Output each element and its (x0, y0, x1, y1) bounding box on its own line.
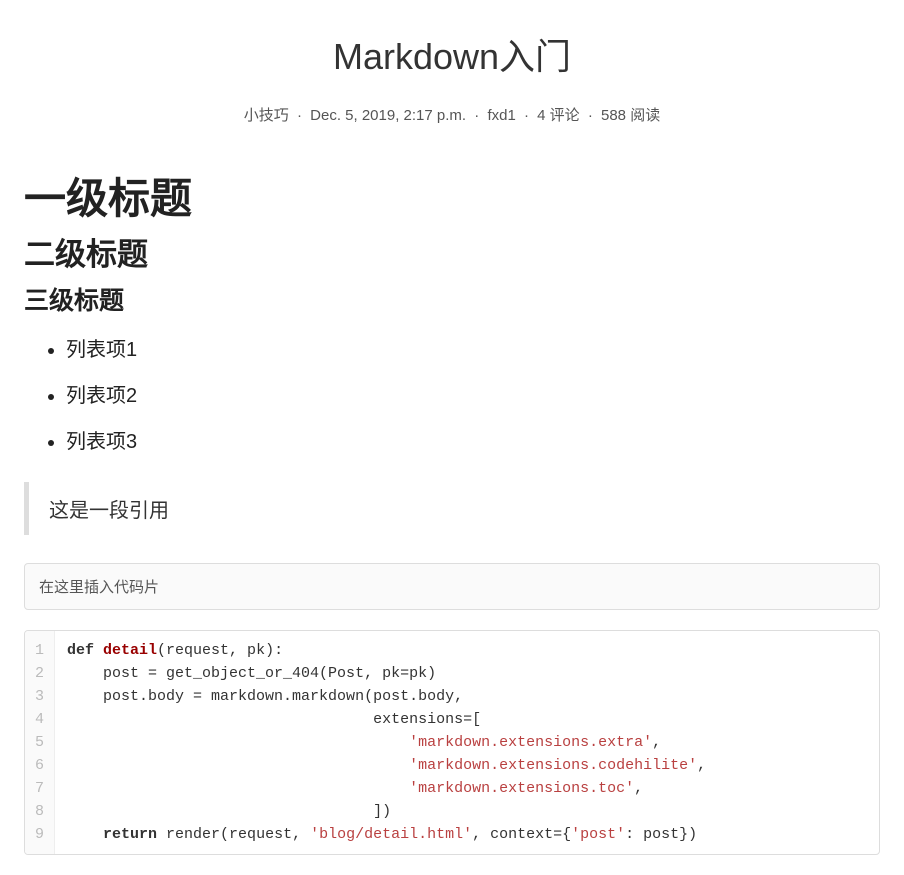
meta-separator: · (474, 107, 479, 124)
heading-level-1: 一级标题 (24, 173, 880, 226)
code-placeholder-box: 在这里插入代码片 (24, 563, 880, 610)
heading-level-3: 三级标题 (24, 286, 880, 317)
code-line: def detail(request, pk): (67, 639, 867, 662)
line-number: 5 (35, 731, 44, 754)
code-gutter: 123456789 (25, 631, 55, 854)
code-content: def detail(request, pk): post = get_obje… (55, 631, 879, 854)
meta-author[interactable]: fxd1 (487, 107, 515, 124)
code-line: ]) (67, 800, 867, 823)
meta-separator: · (524, 107, 529, 124)
list-item: 列表项2 (66, 382, 880, 410)
line-number: 1 (35, 639, 44, 662)
meta-separator: · (297, 107, 302, 124)
line-number: 8 (35, 800, 44, 823)
line-number: 2 (35, 662, 44, 685)
code-line: 'markdown.extensions.extra', (67, 731, 867, 754)
meta-date: Dec. 5, 2019, 2:17 p.m. (310, 107, 466, 124)
code-line: extensions=[ (67, 708, 867, 731)
heading-level-2: 二级标题 (24, 236, 880, 275)
line-number: 3 (35, 685, 44, 708)
meta-category[interactable]: 小技巧 (244, 107, 289, 124)
meta-comments[interactable]: 4 评论 (537, 107, 580, 124)
quote-text: 这是一段引用 (49, 494, 860, 523)
list-item: 列表项1 (66, 336, 880, 364)
code-line: 'markdown.extensions.toc', (67, 777, 867, 800)
meta-views: 588 阅读 (601, 107, 660, 124)
list-item: 列表项3 (66, 428, 880, 456)
article-meta: 小技巧 · Dec. 5, 2019, 2:17 p.m. · fxd1 · 4… (24, 104, 880, 125)
blockquote: 这是一段引用 (24, 482, 880, 535)
line-number: 9 (35, 823, 44, 846)
line-number: 4 (35, 708, 44, 731)
code-line: post = get_object_or_404(Post, pk=pk) (67, 662, 867, 685)
code-line: 'markdown.extensions.codehilite', (67, 754, 867, 777)
code-line: return render(request, 'blog/detail.html… (67, 823, 867, 846)
meta-separator: · (588, 107, 593, 124)
article-title: Markdown入门 (24, 28, 880, 80)
bullet-list: 列表项1 列表项2 列表项3 (24, 336, 880, 456)
line-number: 6 (35, 754, 44, 777)
code-line: post.body = markdown.markdown(post.body, (67, 685, 867, 708)
code-block: 123456789 def detail(request, pk): post … (24, 630, 880, 855)
line-number: 7 (35, 777, 44, 800)
